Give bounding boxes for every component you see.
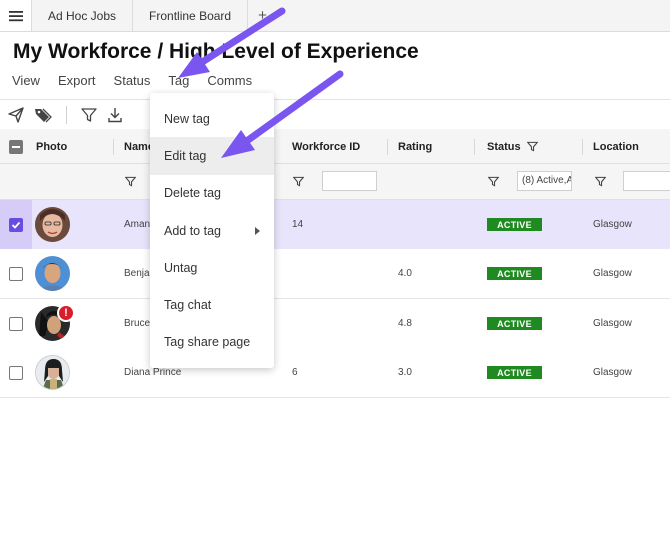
- cell-status: ACTIVE: [487, 348, 542, 397]
- cell-status: ACTIVE: [487, 200, 542, 249]
- workforce-id-filter-input[interactable]: [322, 171, 377, 191]
- filter-row: (8) Active,A: [0, 164, 670, 200]
- tag-icon[interactable]: [34, 107, 52, 123]
- menu-item-add-to-tag-label: Add to tag: [164, 223, 221, 238]
- cell-status: ACTIVE: [487, 249, 542, 298]
- table-row[interactable]: Aman 14 ACTIVE Glasgow: [0, 200, 670, 250]
- toolbar: [8, 104, 123, 126]
- tab-frontline-board[interactable]: Frontline Board: [133, 0, 249, 31]
- menu-item-tag-chat[interactable]: Tag chat: [150, 286, 274, 323]
- menu-view[interactable]: View: [12, 73, 40, 88]
- row-checkbox[interactable]: [9, 299, 23, 348]
- cell-name: Benja: [124, 268, 150, 279]
- cell-name: Aman: [124, 219, 151, 230]
- row-checkbox[interactable]: [9, 348, 23, 397]
- column-separator: [387, 139, 388, 155]
- column-header-status-label: Status: [487, 140, 521, 153]
- grid-header: Photo Name Workforce ID Rating Status Lo…: [0, 129, 670, 164]
- menu-item-untag[interactable]: Untag: [150, 249, 274, 286]
- table-row[interactable]: Diana Prince 6 3.0 ACTIVE Glasgow: [0, 348, 670, 398]
- menu-bar: View Export Status Tag Comms: [12, 73, 270, 88]
- cell-rating: 4.8: [398, 318, 412, 329]
- tab-ad-hoc-jobs[interactable]: Ad Hoc Jobs: [32, 0, 134, 31]
- table-row[interactable]: ! Bruce 4.8 ACTIVE Glasgow: [0, 299, 670, 349]
- menu-export[interactable]: Export: [58, 73, 96, 88]
- hamburger-icon: [8, 10, 23, 21]
- cell-workforce-id: 6: [292, 367, 298, 378]
- cell-location: Glasgow: [593, 219, 632, 230]
- cell-location: Glasgow: [593, 268, 632, 279]
- filter-icon[interactable]: [488, 176, 499, 187]
- cell-name: Bruce: [124, 318, 151, 329]
- filter-icon[interactable]: [293, 176, 304, 187]
- menu-tag[interactable]: Tag: [168, 73, 189, 88]
- menu-status[interactable]: Status: [114, 73, 151, 88]
- column-separator: [113, 139, 114, 155]
- status-badge: ACTIVE: [487, 366, 542, 379]
- status-filter-input[interactable]: (8) Active,A: [517, 171, 572, 191]
- cell-workforce-id: 14: [292, 219, 304, 230]
- row-checkbox[interactable]: [9, 249, 23, 298]
- menu-item-tag-share-page[interactable]: Tag share page: [150, 324, 274, 361]
- menu-item-new-tag[interactable]: New tag: [150, 100, 274, 137]
- row-checkbox[interactable]: [9, 200, 23, 249]
- add-tab-button[interactable]: +: [248, 0, 277, 31]
- submenu-arrow-icon: [255, 226, 260, 235]
- column-separator: [474, 139, 475, 155]
- cell-location: Glasgow: [593, 318, 632, 329]
- location-filter-input[interactable]: [623, 171, 670, 191]
- column-header-rating[interactable]: Rating: [398, 129, 432, 164]
- menu-comms[interactable]: Comms: [207, 73, 252, 88]
- column-header-status[interactable]: Status: [487, 129, 538, 164]
- column-separator: [582, 139, 583, 155]
- toolbar-separator: [66, 106, 67, 124]
- cell-rating: 4.0: [398, 268, 412, 279]
- avatar: [35, 348, 70, 397]
- avatar: [35, 200, 70, 249]
- column-header-location[interactable]: Location: [593, 129, 639, 164]
- download-icon[interactable]: [107, 107, 123, 123]
- cell-location: Glasgow: [593, 367, 632, 378]
- tag-dropdown-menu: New tag Edit tag Delete tag Add to tag U…: [150, 93, 274, 368]
- table-row[interactable]: Benja 4.0 ACTIVE Glasgow: [0, 249, 670, 299]
- filter-icon[interactable]: [81, 107, 97, 123]
- filter-icon[interactable]: [526, 141, 538, 152]
- menu-item-delete-tag[interactable]: Delete tag: [150, 175, 274, 212]
- toolbar-divider: [0, 99, 670, 100]
- cell-rating: 3.0: [398, 367, 412, 378]
- hamburger-menu-button[interactable]: [0, 0, 32, 31]
- page-title: My Workforce / High Level of Experience: [13, 40, 419, 63]
- filter-icon[interactable]: [595, 176, 606, 187]
- alert-badge: !: [57, 304, 75, 322]
- column-header-workforce-id[interactable]: Workforce ID: [292, 129, 360, 164]
- status-badge: ACTIVE: [487, 218, 542, 231]
- tab-bar: Ad Hoc Jobs Frontline Board +: [0, 0, 670, 32]
- menu-item-add-to-tag[interactable]: Add to tag: [150, 212, 274, 249]
- send-icon[interactable]: [8, 107, 24, 123]
- menu-item-edit-tag[interactable]: Edit tag: [150, 137, 274, 175]
- cell-status: ACTIVE: [487, 299, 542, 348]
- avatar: [35, 249, 70, 298]
- filter-icon[interactable]: [125, 176, 136, 187]
- status-badge: ACTIVE: [487, 267, 542, 280]
- status-badge: ACTIVE: [487, 317, 542, 330]
- select-all-checkbox[interactable]: [9, 129, 23, 164]
- column-header-photo[interactable]: Photo: [36, 129, 67, 164]
